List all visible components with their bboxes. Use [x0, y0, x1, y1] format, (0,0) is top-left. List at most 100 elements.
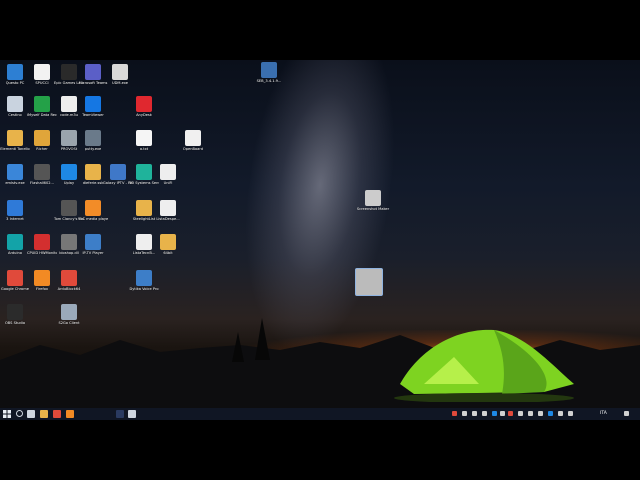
- tray-5-icon[interactable]: [492, 411, 497, 416]
- taskbar-app-unifi-icon[interactable]: [128, 410, 136, 418]
- desktop-icon[interactable]: Firefox: [27, 270, 57, 291]
- app-icon: [85, 96, 101, 112]
- tray-7-icon[interactable]: [508, 411, 513, 416]
- desktop-icon[interactable]: UDM.exe: [105, 64, 135, 85]
- app-icon: [110, 164, 126, 180]
- desktop-icon-label: Arduino: [8, 251, 22, 255]
- desktop-icon[interactable]: AnyDesk: [129, 96, 159, 117]
- desktop-icon-label: CPUID HWMonitor: [27, 251, 57, 255]
- app-icon: [61, 164, 77, 180]
- app-icon: [34, 164, 50, 180]
- desktop-icon[interactable]: SEB_3.4.1.9...: [252, 62, 286, 83]
- desktop-icon[interactable]: iMyself Data Recovery: [27, 96, 57, 117]
- taskbar-app-explorer-icon[interactable]: [40, 410, 48, 418]
- desktop-icon-label: 64bit: [163, 251, 173, 255]
- desktop-icon-label: UniFi: [163, 181, 173, 185]
- app-icon: [355, 268, 383, 296]
- taskbar: ITA: [0, 408, 640, 420]
- desktop-icon-label: 3 Internet: [6, 217, 24, 221]
- tray-12-icon[interactable]: [558, 411, 563, 416]
- desktop-icon[interactable]: Elementi Tonello: [0, 130, 30, 151]
- tray-6-icon[interactable]: [500, 411, 505, 416]
- app-icon: [365, 190, 381, 206]
- desktop-icon[interactable]: OpenBoard: [178, 130, 208, 151]
- desktop-icon[interactable]: TeamViewer: [78, 96, 108, 117]
- tray-2-icon[interactable]: [462, 411, 467, 416]
- app-icon: [61, 304, 77, 320]
- taskbar-app-chrome-icon[interactable]: [53, 410, 61, 418]
- desktop-icon[interactable]: Microsoft Teams: [78, 64, 108, 85]
- windows-start-icon[interactable]: [3, 410, 11, 418]
- app-icon: [136, 200, 152, 216]
- app-icon: [112, 64, 128, 80]
- search-icon[interactable]: [16, 410, 23, 417]
- app-icon: [7, 164, 23, 180]
- desktop-icon-label: VLC media player: [78, 217, 108, 221]
- tray-9-icon[interactable]: [528, 411, 533, 416]
- desktop-icon[interactable]: putty.exe: [78, 130, 108, 151]
- desktop-icon-label: Richer: [36, 147, 48, 151]
- app-icon: [261, 62, 277, 78]
- desktop-icon-label: OpenBoard: [182, 147, 204, 151]
- desktop-icon-label: OBS Studio: [4, 321, 26, 325]
- desktop-icon[interactable]: Screenshot Maker: [356, 190, 390, 211]
- desktop-icon[interactable]: a.txt: [129, 130, 159, 151]
- desktop-icon[interactable]: 3 Internet: [0, 200, 30, 221]
- desktop-icon[interactable]: ListaDespe...: [153, 200, 183, 221]
- desktop-icon-label: Firefox: [36, 287, 48, 291]
- desktop-icon[interactable]: S2Go Client: [54, 304, 84, 325]
- app-icon: [61, 96, 77, 112]
- desktop-icon-label: Elementi Tonello: [0, 147, 30, 151]
- app-icon: [61, 234, 77, 250]
- desktop-icon[interactable]: Dytika Voice Pro: [129, 270, 159, 291]
- taskbar-app-app-icon[interactable]: [116, 410, 124, 418]
- desktop-icon[interactable]: OBS Studio: [0, 304, 30, 325]
- app-icon: [136, 164, 152, 180]
- desktop-icon[interactable]: SPUCCI: [27, 64, 57, 85]
- desktop-icon[interactable]: 64bit: [153, 234, 183, 255]
- app-icon: [160, 164, 176, 180]
- desktop-icon[interactable]: UniFi: [153, 164, 183, 185]
- app-icon: [7, 304, 23, 320]
- app-icon: [136, 130, 152, 146]
- desktop-icon[interactable]: Flashall602...: [27, 164, 57, 185]
- desktop-icon-label: putty.exe: [84, 147, 102, 151]
- desktop-icon[interactable]: Questo PC: [0, 64, 30, 85]
- tray-8-icon[interactable]: [518, 411, 523, 416]
- desktop-icon-label: TeamViewer: [82, 113, 104, 117]
- desktop-icon[interactable]: Arduino: [0, 234, 30, 255]
- app-icon: [34, 130, 50, 146]
- taskbar-app-task-view-icon[interactable]: [27, 410, 35, 418]
- tray-1-icon[interactable]: [452, 411, 457, 416]
- desktop-icon-label: iMyself Data Recovery: [27, 113, 57, 117]
- tray-4-icon[interactable]: [482, 411, 487, 416]
- desktop-icon-label: ListaDespe...: [156, 217, 180, 221]
- app-icon: [85, 130, 101, 146]
- desktop[interactable]: Questo PCSPUCCIEpic Games LauncherMicros…: [0, 60, 640, 420]
- app-icon: [160, 200, 176, 216]
- desktop-icon-label: UDM.exe: [111, 81, 128, 85]
- notification-icon[interactable]: [624, 411, 629, 416]
- language-indicator[interactable]: ITA: [600, 411, 607, 416]
- desktop-icon-label: Dytika Voice Pro: [129, 287, 159, 291]
- desktop-icon[interactable]: CPUID HWMonitor: [27, 234, 57, 255]
- tray-3-icon[interactable]: [472, 411, 477, 416]
- app-icon: [7, 96, 23, 112]
- desktop-icon-label: Questo PC: [5, 81, 25, 85]
- desktop-icon[interactable]: ArduBlock64: [54, 270, 84, 291]
- desktop-icon[interactable]: VLC media player: [78, 200, 108, 221]
- desktop-icon[interactable]: emlstv.exe: [0, 164, 30, 185]
- desktop-icon[interactable]: Google Chrome: [0, 270, 30, 291]
- desktop-icon[interactable]: [352, 268, 386, 297]
- taskbar-app-firefox-icon[interactable]: [66, 410, 74, 418]
- desktop-icon-label: IP-TV Player: [82, 251, 104, 255]
- app-icon: [34, 96, 50, 112]
- desktop-icon[interactable]: IP-TV Player: [78, 234, 108, 255]
- tray-10-icon[interactable]: [538, 411, 543, 416]
- tray-11-icon[interactable]: [548, 411, 553, 416]
- desktop-icon[interactable]: Cestino: [0, 96, 30, 117]
- tray-13-icon[interactable]: [568, 411, 573, 416]
- desktop-icon-label: Flashall602...: [30, 181, 54, 185]
- desktop-icon-label: a.txt: [139, 147, 149, 151]
- desktop-icon[interactable]: Richer: [27, 130, 57, 151]
